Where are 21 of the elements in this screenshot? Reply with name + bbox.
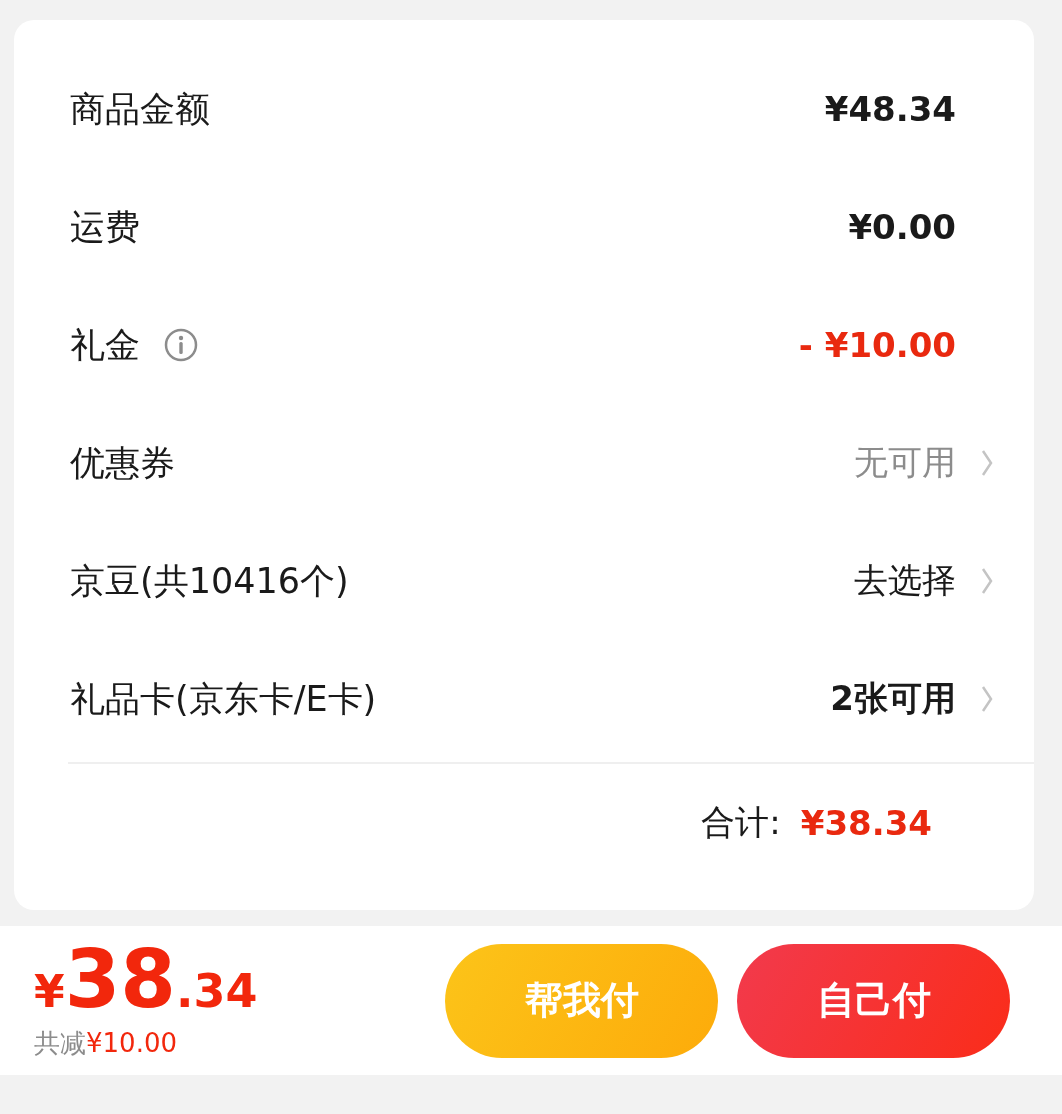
row-value[interactable]: 2张可用 bbox=[830, 676, 956, 722]
row-label: 商品金额 bbox=[70, 87, 210, 131]
row-label: 优惠券 bbox=[70, 441, 175, 485]
row-label: 礼金 bbox=[70, 323, 140, 367]
total-price: ¥38.34 bbox=[34, 940, 259, 1020]
total-label: 合计: bbox=[701, 801, 781, 844]
chevron-icon[interactable] bbox=[980, 448, 994, 478]
total-amount: ¥38.34 bbox=[800, 803, 932, 843]
pay-button[interactable]: 自己付 bbox=[737, 943, 1010, 1058]
row-label: 京豆(共10416个) bbox=[70, 559, 349, 603]
row-label: 运费 bbox=[70, 205, 140, 249]
saving-text: 共减¥10.00 bbox=[34, 1027, 178, 1060]
row-value[interactable]: 无可用 bbox=[854, 440, 956, 486]
chevron-icon[interactable] bbox=[980, 684, 994, 714]
row-value[interactable]: 去选择 bbox=[854, 558, 956, 604]
row-value: ¥0.00 bbox=[848, 207, 956, 247]
row-label: 礼品卡(京东卡/E卡) bbox=[70, 677, 377, 721]
row-value: ¥48.34 bbox=[824, 89, 956, 129]
info-icon[interactable] bbox=[164, 328, 198, 362]
chevron-icon[interactable] bbox=[980, 566, 994, 596]
row-value: - ¥10.00 bbox=[798, 325, 956, 365]
